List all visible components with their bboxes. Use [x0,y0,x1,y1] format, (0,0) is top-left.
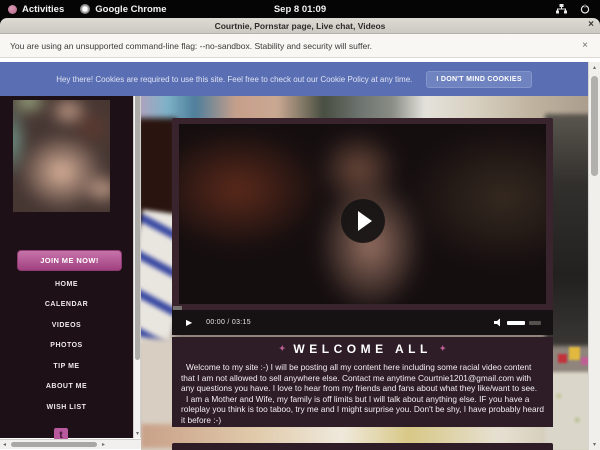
welcome-title-text: WELCOME ALL [293,342,431,356]
cookie-message: Hey there! Cookies are required to use t… [56,75,412,84]
chrome-icon [80,4,90,14]
window-title: Courtnie, Pornstar page, Live chat, Vide… [215,21,386,31]
sidebar-hscroll-left-icon[interactable]: ◂ [0,441,9,448]
app-menu-label: Google Chrome [95,4,166,15]
window-title-bar: Courtnie, Pornstar page, Live chat, Vide… [0,18,600,34]
page-vscroll-down-icon[interactable]: ▾ [589,441,600,448]
sidebar-hscroll-right-icon[interactable]: ▸ [99,441,108,448]
video-volume-controls [494,314,541,332]
infobar-close-icon[interactable]: × [582,40,588,51]
sidebar-hscroll-thumb[interactable] [11,442,97,447]
gift-box-yellow [569,347,580,360]
page-vscroll-up-icon[interactable]: ▴ [589,64,600,71]
play-icon [358,211,372,231]
profile-photo-blur [13,100,110,212]
gift-box-red [558,354,567,363]
welcome-paragraph-1: Welcome to my site :-) I will be posting… [172,362,553,394]
join-me-now-button[interactable]: JOIN ME NOW! [17,250,122,271]
sidebar-item-home[interactable]: HOME [0,274,133,295]
page-vscroll-thumb[interactable] [591,76,598,176]
video-play-button[interactable]: ▶ [186,318,192,327]
chrome-infobar: You are using an unsupported command-lin… [0,34,600,58]
window-close-icon[interactable]: × [588,19,594,30]
profile-photo [13,100,110,212]
sparkle-icon: ✦ [439,344,446,353]
video-screen[interactable] [179,124,546,304]
gnome-top-bar: Activities Google Chrome Sep 8 01:09 [0,0,600,18]
activities-icon [8,5,17,14]
sparkle-icon: ✦ [279,344,286,353]
sidebar-item-photos[interactable]: PHOTOS [0,336,133,357]
infobar-message: You are using an unsupported command-lin… [0,41,372,51]
clock[interactable]: Sep 8 01:09 [274,4,326,15]
page-vertical-scrollbar[interactable]: ▴ ▾ [588,62,600,450]
activities-label: Activities [22,4,64,15]
sidebar-vscroll-thumb[interactable] [135,92,140,360]
sidebar-item-about-me[interactable]: ABOUT ME [0,377,133,398]
network-icon[interactable] [556,4,567,14]
sidebar-item-videos[interactable]: VIDEOS [0,315,133,336]
activities-button[interactable]: Activities [0,0,72,18]
web-page: JOIN ME NOW! HOME CALENDAR VIDEOS PHOTOS… [0,58,600,450]
next-content-panel [172,443,553,450]
welcome-title: ✦ WELCOME ALL ✦ [172,342,553,356]
welcome-panel: ✦ WELCOME ALL ✦ Welcome to my site :-) I… [172,337,553,427]
video-player-panel: ▶ 00:00 / 03:15 [172,118,553,335]
power-icon[interactable] [580,4,590,14]
sidebar-vscroll-down-icon[interactable]: ▾ [134,430,141,437]
video-time-display: 00:00 / 03:15 [206,319,251,326]
cookie-notice-bar: Hey there! Cookies are required to use t… [0,62,588,96]
sidebar-horizontal-scrollbar[interactable]: ◂ ▸ [0,439,141,449]
cookie-accept-button[interactable]: I DON'T MIND COOKIES [426,71,531,88]
welcome-paragraph-2: I am a Mother and Wife, my family is off… [172,394,553,426]
sidebar-item-wish-list[interactable]: WISH LIST [0,397,133,418]
sidebar-menu: HOME CALENDAR VIDEOS PHOTOS TIP ME ABOUT… [0,274,133,418]
volume-slider-fill[interactable] [507,321,525,325]
sidebar-vertical-scrollbar[interactable]: ▾ [133,62,141,438]
volume-slider-track[interactable] [529,321,541,325]
sidebar: JOIN ME NOW! HOME CALENDAR VIDEOS PHOTOS… [0,62,133,438]
gift-box-pink [581,357,588,365]
volume-icon[interactable] [494,314,503,332]
system-tray [556,4,600,14]
sidebar-item-calendar[interactable]: CALENDAR [0,295,133,316]
app-menu-button[interactable]: Google Chrome [72,0,174,18]
sidebar-item-tip-me[interactable]: TIP ME [0,356,133,377]
video-big-play-button[interactable] [341,199,385,243]
video-control-bar: ▶ 00:00 / 03:15 [172,310,553,335]
